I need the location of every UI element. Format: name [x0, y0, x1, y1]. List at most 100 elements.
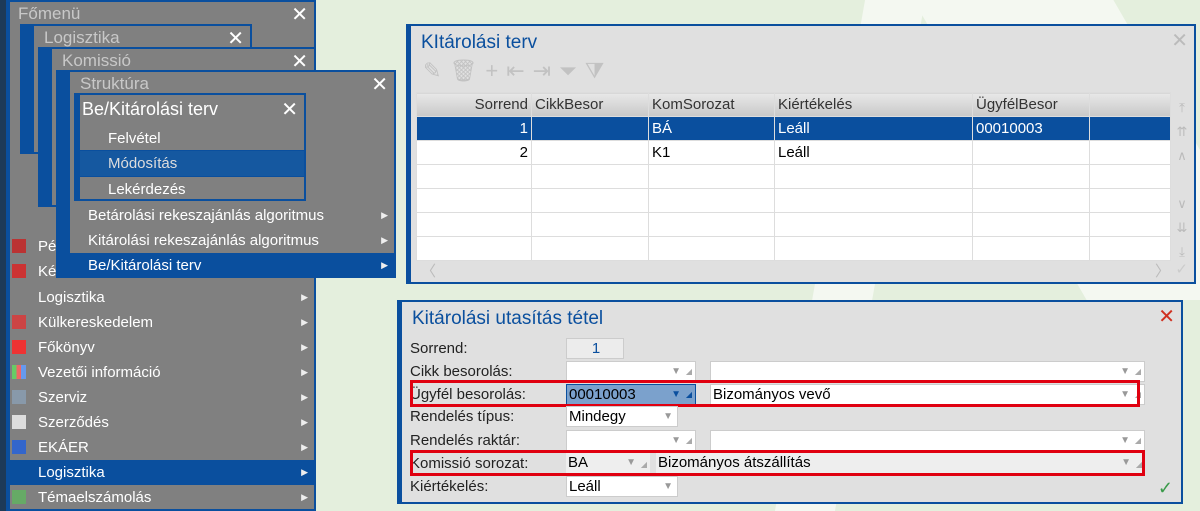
wrench-icon: [12, 390, 26, 404]
close-icon[interactable]: ✕: [1158, 304, 1175, 329]
menu-item-lekerdezes[interactable]: Lekérdezés: [80, 176, 304, 201]
table-row[interactable]: 2 K1 Leáll: [416, 140, 1171, 165]
truck-icon: [12, 440, 26, 454]
col-sorrend[interactable]: Sorrend: [416, 92, 532, 117]
table-row[interactable]: [416, 164, 1171, 189]
table-row[interactable]: [416, 236, 1171, 261]
chevron-right-icon: ▶: [301, 317, 308, 327]
cell: [531, 164, 649, 189]
close-icon[interactable]: ✕: [281, 97, 298, 122]
col-cikkbesor[interactable]: CikkBesor: [531, 92, 649, 117]
menu-item-label: Témaelszámolás: [38, 489, 152, 506]
cell: [774, 188, 973, 213]
move-up-icon[interactable]: ⇤: [506, 58, 524, 83]
cell: [774, 164, 973, 189]
coins-icon: [12, 239, 26, 253]
menu-item-label: Lekérdezés: [108, 181, 186, 198]
cell: [972, 140, 1090, 165]
chevron-right-icon: ▶: [301, 467, 308, 477]
cell: [531, 236, 649, 261]
sorrend-field[interactable]: 1: [566, 338, 624, 359]
scroll-right-icon[interactable]: 〉: [1155, 260, 1170, 281]
value: Mindegy: [569, 408, 626, 425]
form-title: Kitárolási utasítás tétel: [412, 308, 604, 329]
raktar-code-select[interactable]: ▼ ◢: [566, 430, 696, 451]
menu-item-logisztika[interactable]: Logisztika ▶: [10, 285, 314, 310]
scroll-left-icon[interactable]: 〈: [421, 260, 436, 281]
kiertekeles-select[interactable]: Leáll ▼: [566, 476, 678, 497]
cikk-code-select[interactable]: ▼ ◢: [566, 361, 696, 382]
bar-chart-icon: [12, 365, 26, 379]
close-icon[interactable]: ✕: [291, 2, 308, 27]
menu-item-logisztika-selected[interactable]: Logisztika ▶: [10, 460, 314, 485]
col-ugyfelbesor[interactable]: ÜgyfélBesor: [972, 92, 1090, 117]
close-icon[interactable]: ✕: [1171, 28, 1188, 53]
menu-item-label: Be/Kitárolási terv: [88, 257, 202, 274]
menu-item-temaelszamolas[interactable]: Témaelszámolás ▶: [10, 485, 314, 510]
tipus-label: Rendelés típus:: [410, 408, 515, 425]
edit-icon[interactable]: ✎: [423, 58, 441, 83]
add-icon[interactable]: +: [485, 58, 498, 83]
cikk-name-select[interactable]: ▼ ◢: [710, 361, 1145, 382]
chevron-right-icon: ▶: [301, 342, 308, 352]
table-row[interactable]: [416, 212, 1171, 237]
table-row[interactable]: [416, 188, 1171, 213]
cikk-label: Cikk besorolás:: [410, 363, 513, 380]
filter-icon[interactable]: ⏷: [559, 58, 577, 83]
cell: 1: [416, 116, 532, 141]
book-icon: [12, 340, 26, 354]
cell: [1089, 212, 1171, 237]
check-icon[interactable]: ✓: [1175, 260, 1188, 278]
raktar-name-select[interactable]: ▼ ◢: [710, 430, 1145, 451]
chevron-down-icon: ▼: [1120, 435, 1130, 446]
cell: [531, 188, 649, 213]
cell: [416, 236, 532, 261]
main-menu-title: Főmenü: [18, 4, 81, 23]
close-icon[interactable]: ✕: [371, 72, 388, 97]
menu-item-felvetel[interactable]: Felvétel: [80, 126, 304, 151]
scroll-page-up-icon[interactable]: ⇈: [1174, 120, 1190, 144]
table-row[interactable]: 1 BÁ Leáll 00010003: [416, 116, 1171, 141]
menu-item-modositas[interactable]: Módosítás: [80, 151, 304, 176]
chevron-down-icon: ▼: [663, 411, 673, 422]
col-komsorozat[interactable]: KomSorozat: [648, 92, 775, 117]
move-down-icon[interactable]: ⇥: [533, 58, 551, 83]
trash-icon[interactable]: 🗑: [449, 58, 477, 83]
confirm-check-icon[interactable]: ✓: [1158, 478, 1173, 499]
scroll-up-icon[interactable]: ∧: [1174, 144, 1190, 168]
menu-item-fokonyv[interactable]: Főkönyv ▶: [10, 335, 314, 360]
cell: [416, 188, 532, 213]
window-title: Struktúra: [80, 74, 149, 93]
cell: [531, 212, 649, 237]
boxes-icon: [12, 264, 26, 278]
menu-item-label: Pé: [38, 238, 57, 255]
clear-filter-icon[interactable]: ⧩: [585, 58, 605, 83]
menu-item-label: EKÁER: [38, 439, 89, 456]
menu-item[interactable]: Kitárolási rekeszajánlás algoritmus ▶: [70, 228, 394, 253]
menu-item-szerviz[interactable]: Szerviz ▶: [10, 385, 314, 410]
menu-item-vezetoi[interactable]: Vezetői információ ▶: [10, 360, 314, 385]
resize-icon: ◢: [685, 436, 692, 445]
menu-item-kulkereskedelem[interactable]: Külkereskedelem ▶: [10, 310, 314, 335]
menu-item-label: Kitárolási rekeszajánlás algoritmus: [88, 232, 319, 249]
chevron-right-icon: ▶: [301, 417, 308, 427]
menu-item-szerzodes[interactable]: Szerződés ▶: [10, 410, 314, 435]
value: Leáll: [569, 478, 601, 495]
menu-item-selected[interactable]: Be/Kitárolási terv ▶: [70, 253, 394, 278]
cell: 2: [416, 140, 532, 165]
highlight-box-ugyfel: [410, 380, 1140, 407]
terv-window: Be/Kitárolási terv ✕ Felvétel Módosítás …: [74, 93, 306, 201]
col-kiertekeles[interactable]: Kiértékelés: [774, 92, 973, 117]
scroll-down-icon[interactable]: ∨: [1174, 192, 1190, 216]
scroll-first-icon[interactable]: ⤒: [1174, 96, 1190, 120]
raktar-label: Rendelés raktár:: [410, 432, 521, 449]
scroll-page-down-icon[interactable]: ⇊: [1174, 216, 1190, 240]
cell: [648, 212, 775, 237]
chevron-right-icon: ▶: [301, 367, 308, 377]
col-empty: [1089, 92, 1171, 117]
menu-item[interactable]: Betárolási rekeszajánlás algoritmus ▶: [70, 203, 394, 228]
tipus-select[interactable]: Mindegy ▼: [566, 406, 678, 427]
resize-icon: ◢: [685, 367, 692, 376]
chevron-down-icon: ▼: [663, 481, 673, 492]
menu-item-ekaer[interactable]: EKÁER ▶: [10, 435, 314, 460]
